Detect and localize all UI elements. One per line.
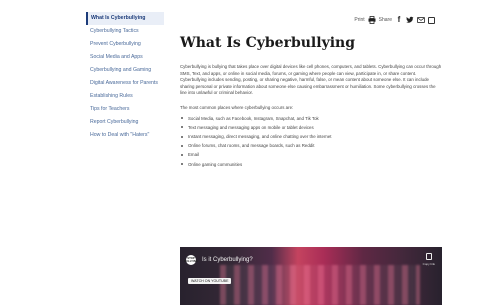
sidebar-item-digital-awareness[interactable]: Digital Awareness for Parents (86, 77, 164, 90)
sidebar-item-cyberbullying-and-gaming[interactable]: Cyberbullying and Gaming (86, 64, 164, 77)
video-title[interactable]: Is it Cyberbullying? (202, 257, 253, 263)
facebook-icon[interactable]: f (395, 16, 403, 24)
email-icon[interactable] (417, 16, 425, 24)
video-player[interactable]: STOP BULLYING Is it Cyberbullying? Copy … (180, 247, 442, 305)
list-intro: The most common places where cyberbullyi… (180, 104, 294, 110)
list-item: Online gaming communities (180, 160, 442, 169)
sidebar-item-establishing-rules[interactable]: Establishing Rules (86, 90, 164, 103)
channel-logo[interactable]: STOP BULLYING (184, 255, 198, 265)
watch-on-youtube-button[interactable]: WATCH ON YOUTUBE (188, 278, 232, 284)
sidebar-item-tips-for-teachers[interactable]: Tips for Teachers (86, 103, 164, 116)
sidebar-item-cyberbullying-tactics[interactable]: Cyberbullying Tactics (86, 25, 164, 38)
printer-icon[interactable] (368, 16, 376, 24)
twitter-icon[interactable] (406, 16, 414, 24)
sidebar-item-what-is-cyberbullying[interactable]: What Is Cyberbullying (86, 12, 164, 25)
copy-link-icon[interactable] (426, 253, 432, 260)
copy-link-label: Copy link (422, 262, 435, 266)
sidebar-item-prevent-cyberbullying[interactable]: Prevent Cyberbullying (86, 38, 164, 51)
sidebar-nav: What Is Cyberbullying Cyberbullying Tact… (86, 12, 164, 142)
intro-paragraph: Cyberbullying is bullying that takes pla… (180, 64, 442, 96)
list-item: Text messaging and messaging apps on mob… (180, 123, 442, 132)
share-label: Share (378, 17, 392, 23)
list-item: Social Media, such as Facebook, Instagra… (180, 114, 442, 123)
list-item: Instant messaging, direct messaging, and… (180, 132, 442, 141)
main-content: What Is Cyberbullying Cyberbullying is b… (180, 34, 442, 169)
places-list: Social Media, such as Facebook, Instagra… (180, 114, 442, 169)
page-title: What Is Cyberbullying (180, 35, 355, 51)
video-thumbnail-blur (220, 265, 420, 305)
sidebar-item-social-media-and-apps[interactable]: Social Media and Apps (86, 51, 164, 64)
page: What Is Cyberbullying Cyberbullying Tact… (0, 0, 483, 305)
add-share-icon[interactable] (428, 16, 435, 24)
list-item: Email (180, 150, 442, 159)
print-label: Print (354, 17, 365, 23)
sidebar-item-deal-with-haters[interactable]: How to Deal with "Haters" (86, 129, 164, 142)
share-toolbar: Print Share f (354, 16, 435, 24)
sidebar-item-report-cyberbullying[interactable]: Report Cyberbullying (86, 116, 164, 129)
list-item: Online forums, chat rooms, and message b… (180, 141, 442, 150)
